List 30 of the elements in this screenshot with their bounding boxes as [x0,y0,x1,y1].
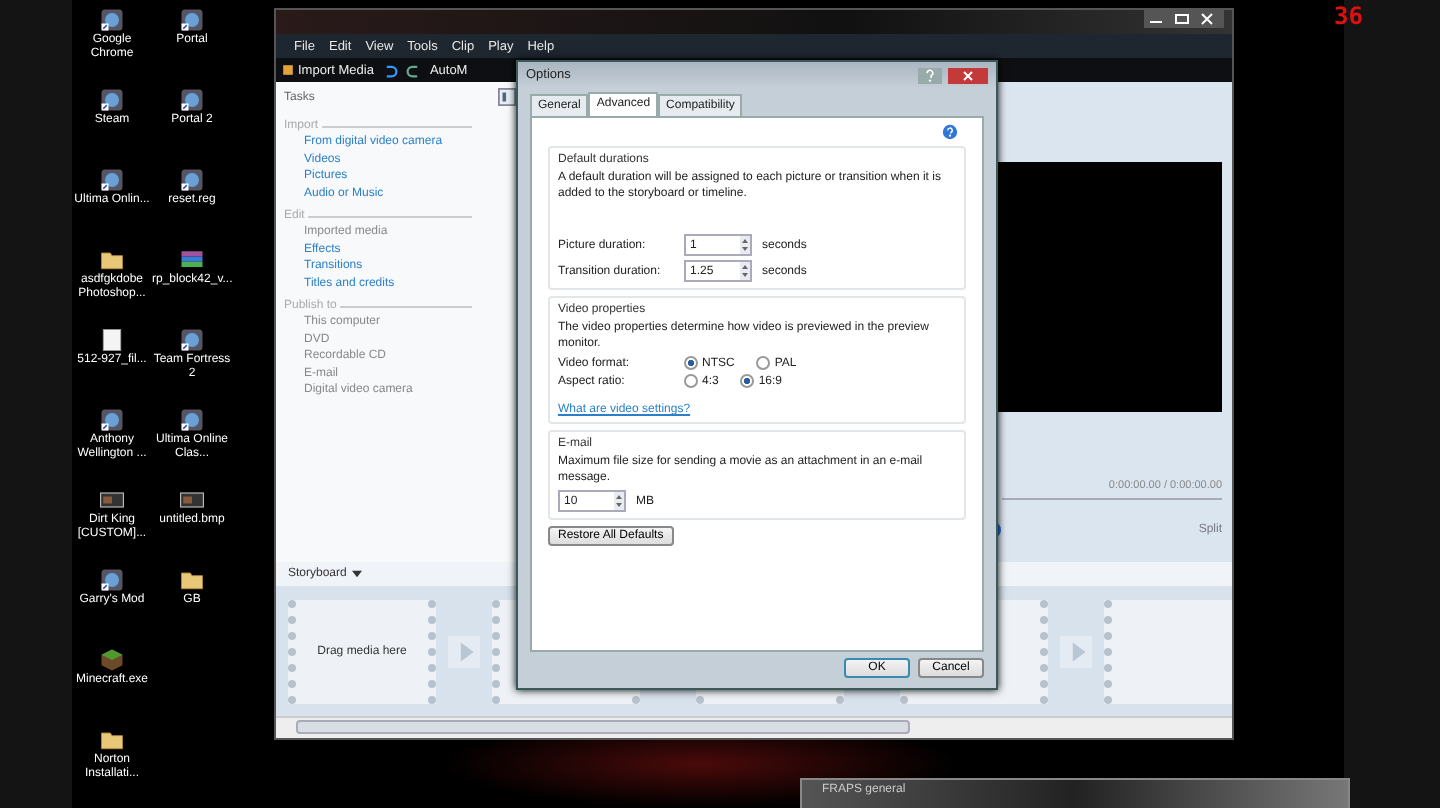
undo-icon[interactable] [381,62,398,78]
folder-icon[interactable] [98,246,126,274]
shortcut-icon[interactable] [98,6,126,34]
shortcut-icon[interactable] [98,566,126,594]
shortcut-icon[interactable] [178,6,206,34]
horizontal-scrollbar[interactable] [276,716,1232,738]
spin-arrows-icon[interactable] [740,262,750,280]
fps-counter: 36 [1334,2,1363,30]
folder-icon[interactable] [178,566,206,594]
shortcut-icon[interactable] [98,86,126,114]
spin-arrows-icon[interactable] [614,492,624,510]
redo-icon[interactable] [405,62,422,78]
folder-icon[interactable] [98,726,126,754]
shortcut-icon[interactable] [178,326,206,354]
film-icon [282,64,294,76]
help-icon[interactable] [942,124,958,140]
shortcut-icon[interactable] [98,166,126,194]
image-file-icon[interactable] [98,486,126,514]
shortcut-icon[interactable] [178,86,206,114]
document-icon[interactable] [98,326,126,354]
shortcut-icon[interactable] [98,406,126,434]
shortcut-icon[interactable] [178,406,206,434]
shortcut-icon[interactable] [178,166,206,194]
spin-arrows-icon[interactable] [740,236,750,254]
close-button-icon[interactable] [948,67,988,83]
caret-icon[interactable] [352,570,363,578]
image-file-icon[interactable] [178,486,206,514]
cube-icon[interactable] [98,646,126,674]
window-controls-icon[interactable] [1144,10,1224,28]
pane-toggle-icon[interactable] [498,88,516,106]
